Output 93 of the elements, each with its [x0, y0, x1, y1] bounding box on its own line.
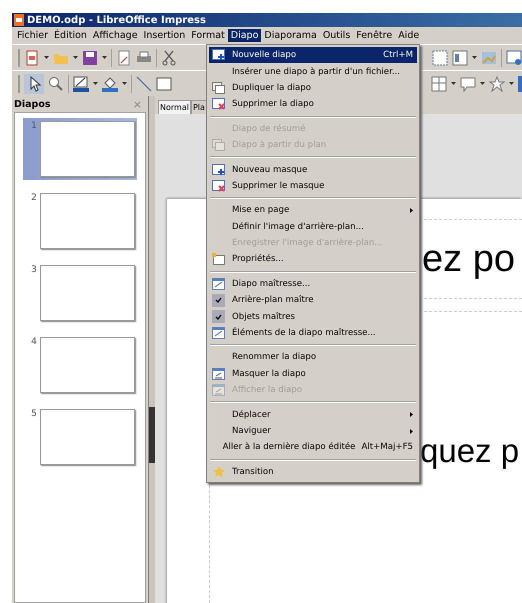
zoom-icon[interactable] — [48, 76, 64, 92]
grid-icon[interactable] — [432, 50, 448, 66]
line-color-icon[interactable] — [73, 76, 89, 92]
menu-bar-item[interactable]: Fichier — [14, 29, 52, 42]
slide-thumbnail[interactable] — [40, 265, 135, 321]
slide-thumbnail[interactable] — [40, 337, 135, 393]
table-layout-icon[interactable] — [431, 76, 447, 92]
menu-item[interactable]: Dupliquer la diapo — [209, 80, 417, 96]
master-slide-icon — [212, 327, 226, 340]
menu-item[interactable]: Arrière-plan maître — [209, 292, 417, 308]
slide-number: 3 — [30, 265, 37, 277]
scissors-icon[interactable] — [161, 50, 177, 66]
fill-color-icon[interactable] — [102, 76, 118, 92]
caret-icon[interactable] — [44, 56, 49, 59]
slide-number: 1 — [30, 121, 37, 133]
caret-icon[interactable] — [451, 82, 456, 85]
menu-bar-item[interactable]: Diaporama — [261, 29, 320, 42]
save-icon[interactable] — [82, 50, 98, 66]
menu-item[interactable]: Supprimer le masque — [209, 178, 417, 194]
caret-icon[interactable] — [480, 82, 485, 85]
caret-icon[interactable] — [73, 56, 78, 59]
slide-thumbnail-row[interactable]: 2 — [23, 190, 137, 252]
caret-icon[interactable] — [93, 82, 98, 85]
menu-bar-item[interactable]: Format — [188, 29, 228, 42]
menu-item[interactable]: Propriétés... — [209, 251, 417, 268]
check-icon — [212, 310, 225, 324]
layout-icon[interactable] — [452, 50, 468, 66]
slide-thumbnail[interactable] — [40, 193, 135, 249]
slideshow-icon[interactable] — [506, 50, 522, 66]
slide-hide-icon — [212, 368, 226, 380]
menu-bar-item[interactable]: Aide — [395, 29, 422, 42]
menu-bar-item[interactable]: Affichage — [90, 29, 141, 42]
menu-item[interactable]: Renommer la diapo — [209, 349, 417, 366]
star-shape-icon[interactable] — [489, 76, 505, 92]
duplicate-icon — [212, 139, 226, 152]
menu-item[interactable]: Déplacer — [209, 406, 417, 423]
line-icon[interactable] — [136, 76, 152, 92]
slide-number: 4 — [30, 337, 37, 349]
menu-item[interactable]: Transition — [209, 464, 417, 480]
menu-item[interactable]: Nouveau masque — [209, 161, 417, 178]
slide-delete-icon — [212, 98, 226, 110]
slide-hide-icon — [212, 384, 226, 396]
menu-item[interactable]: Masquer la diapo — [209, 366, 417, 382]
presentation-file-icon — [14, 14, 24, 26]
master-slide-icon — [212, 278, 226, 290]
menu-item[interactable]: Insérer une diapo à partir d'un fichier... — [209, 63, 417, 80]
menu-bar-item[interactable]: Fenêtre — [353, 29, 396, 42]
menu-item[interactable]: Nouvelle diapo Ctrl+M — [209, 47, 417, 64]
slide-thumbnail-row[interactable]: 5 — [23, 406, 137, 468]
slide-delete-icon — [212, 180, 226, 192]
menu-item[interactable]: Naviguer — [209, 422, 417, 440]
slide-title-text: ez po — [422, 238, 515, 280]
menu-item[interactable]: Objets maîtres — [209, 308, 417, 325]
pointer-icon[interactable] — [24, 74, 44, 94]
menu-item[interactable]: Supprimer la diapo — [209, 96, 417, 113]
slide-thumbnail-row[interactable]: 3 — [23, 262, 137, 324]
callout-icon[interactable] — [460, 76, 476, 92]
caret-icon[interactable] — [122, 82, 127, 85]
caret-icon[interactable] — [102, 56, 107, 59]
new-document-icon[interactable] — [24, 50, 40, 66]
menu-bar-item[interactable]: Édition — [51, 29, 90, 42]
splitter-handle[interactable] — [149, 407, 155, 463]
submenu-arrow-icon — [410, 428, 413, 434]
window-title: DEMO.odp - LibreOffice Impress — [27, 14, 206, 26]
slide-plus-icon — [212, 49, 226, 62]
menu-item[interactable]: Diapo maîtresse... — [209, 276, 417, 292]
menu-bar-item[interactable]: Insertion — [140, 29, 188, 42]
menu-item[interactable]: Mise en page — [209, 202, 417, 219]
menu-bar-item[interactable]: Diapo — [228, 29, 262, 42]
slide-thumbnail-row[interactable]: 4 — [23, 334, 137, 396]
caret-icon[interactable] — [472, 56, 477, 59]
view-tab[interactable]: Normal — [158, 100, 191, 114]
submenu-arrow-icon — [410, 208, 413, 213]
slide-number: 2 — [30, 193, 37, 205]
menu-item[interactable]: Aller à la dernière diapo éditée Alt+Maj+F5 — [209, 439, 417, 456]
slide-thumbnail[interactable] — [40, 409, 135, 465]
check-icon — [212, 294, 225, 307]
slide-content-text: quez p — [420, 432, 520, 469]
slide-thumbnail[interactable] — [40, 121, 135, 177]
pane-title: Diapos — [14, 98, 51, 110]
menu-item[interactable]: Éléments de la diapo maîtresse... — [209, 324, 417, 342]
menu-bar-item[interactable]: Outils — [320, 29, 354, 42]
rectangle-icon[interactable] — [156, 76, 172, 92]
properties-icon — [212, 253, 226, 266]
submenu-arrow-icon — [410, 412, 413, 418]
slide-number: 5 — [30, 409, 37, 421]
duplicate-icon — [212, 82, 226, 94]
toolbar-edge-icon — [518, 76, 522, 92]
caret-icon[interactable] — [509, 82, 514, 85]
view-tab[interactable]: Pla — [190, 100, 207, 114]
star-icon — [212, 465, 226, 478]
menu-item[interactable]: Définir l'image d'arrière-plan... — [209, 218, 417, 235]
slide-plus-icon — [212, 164, 226, 176]
